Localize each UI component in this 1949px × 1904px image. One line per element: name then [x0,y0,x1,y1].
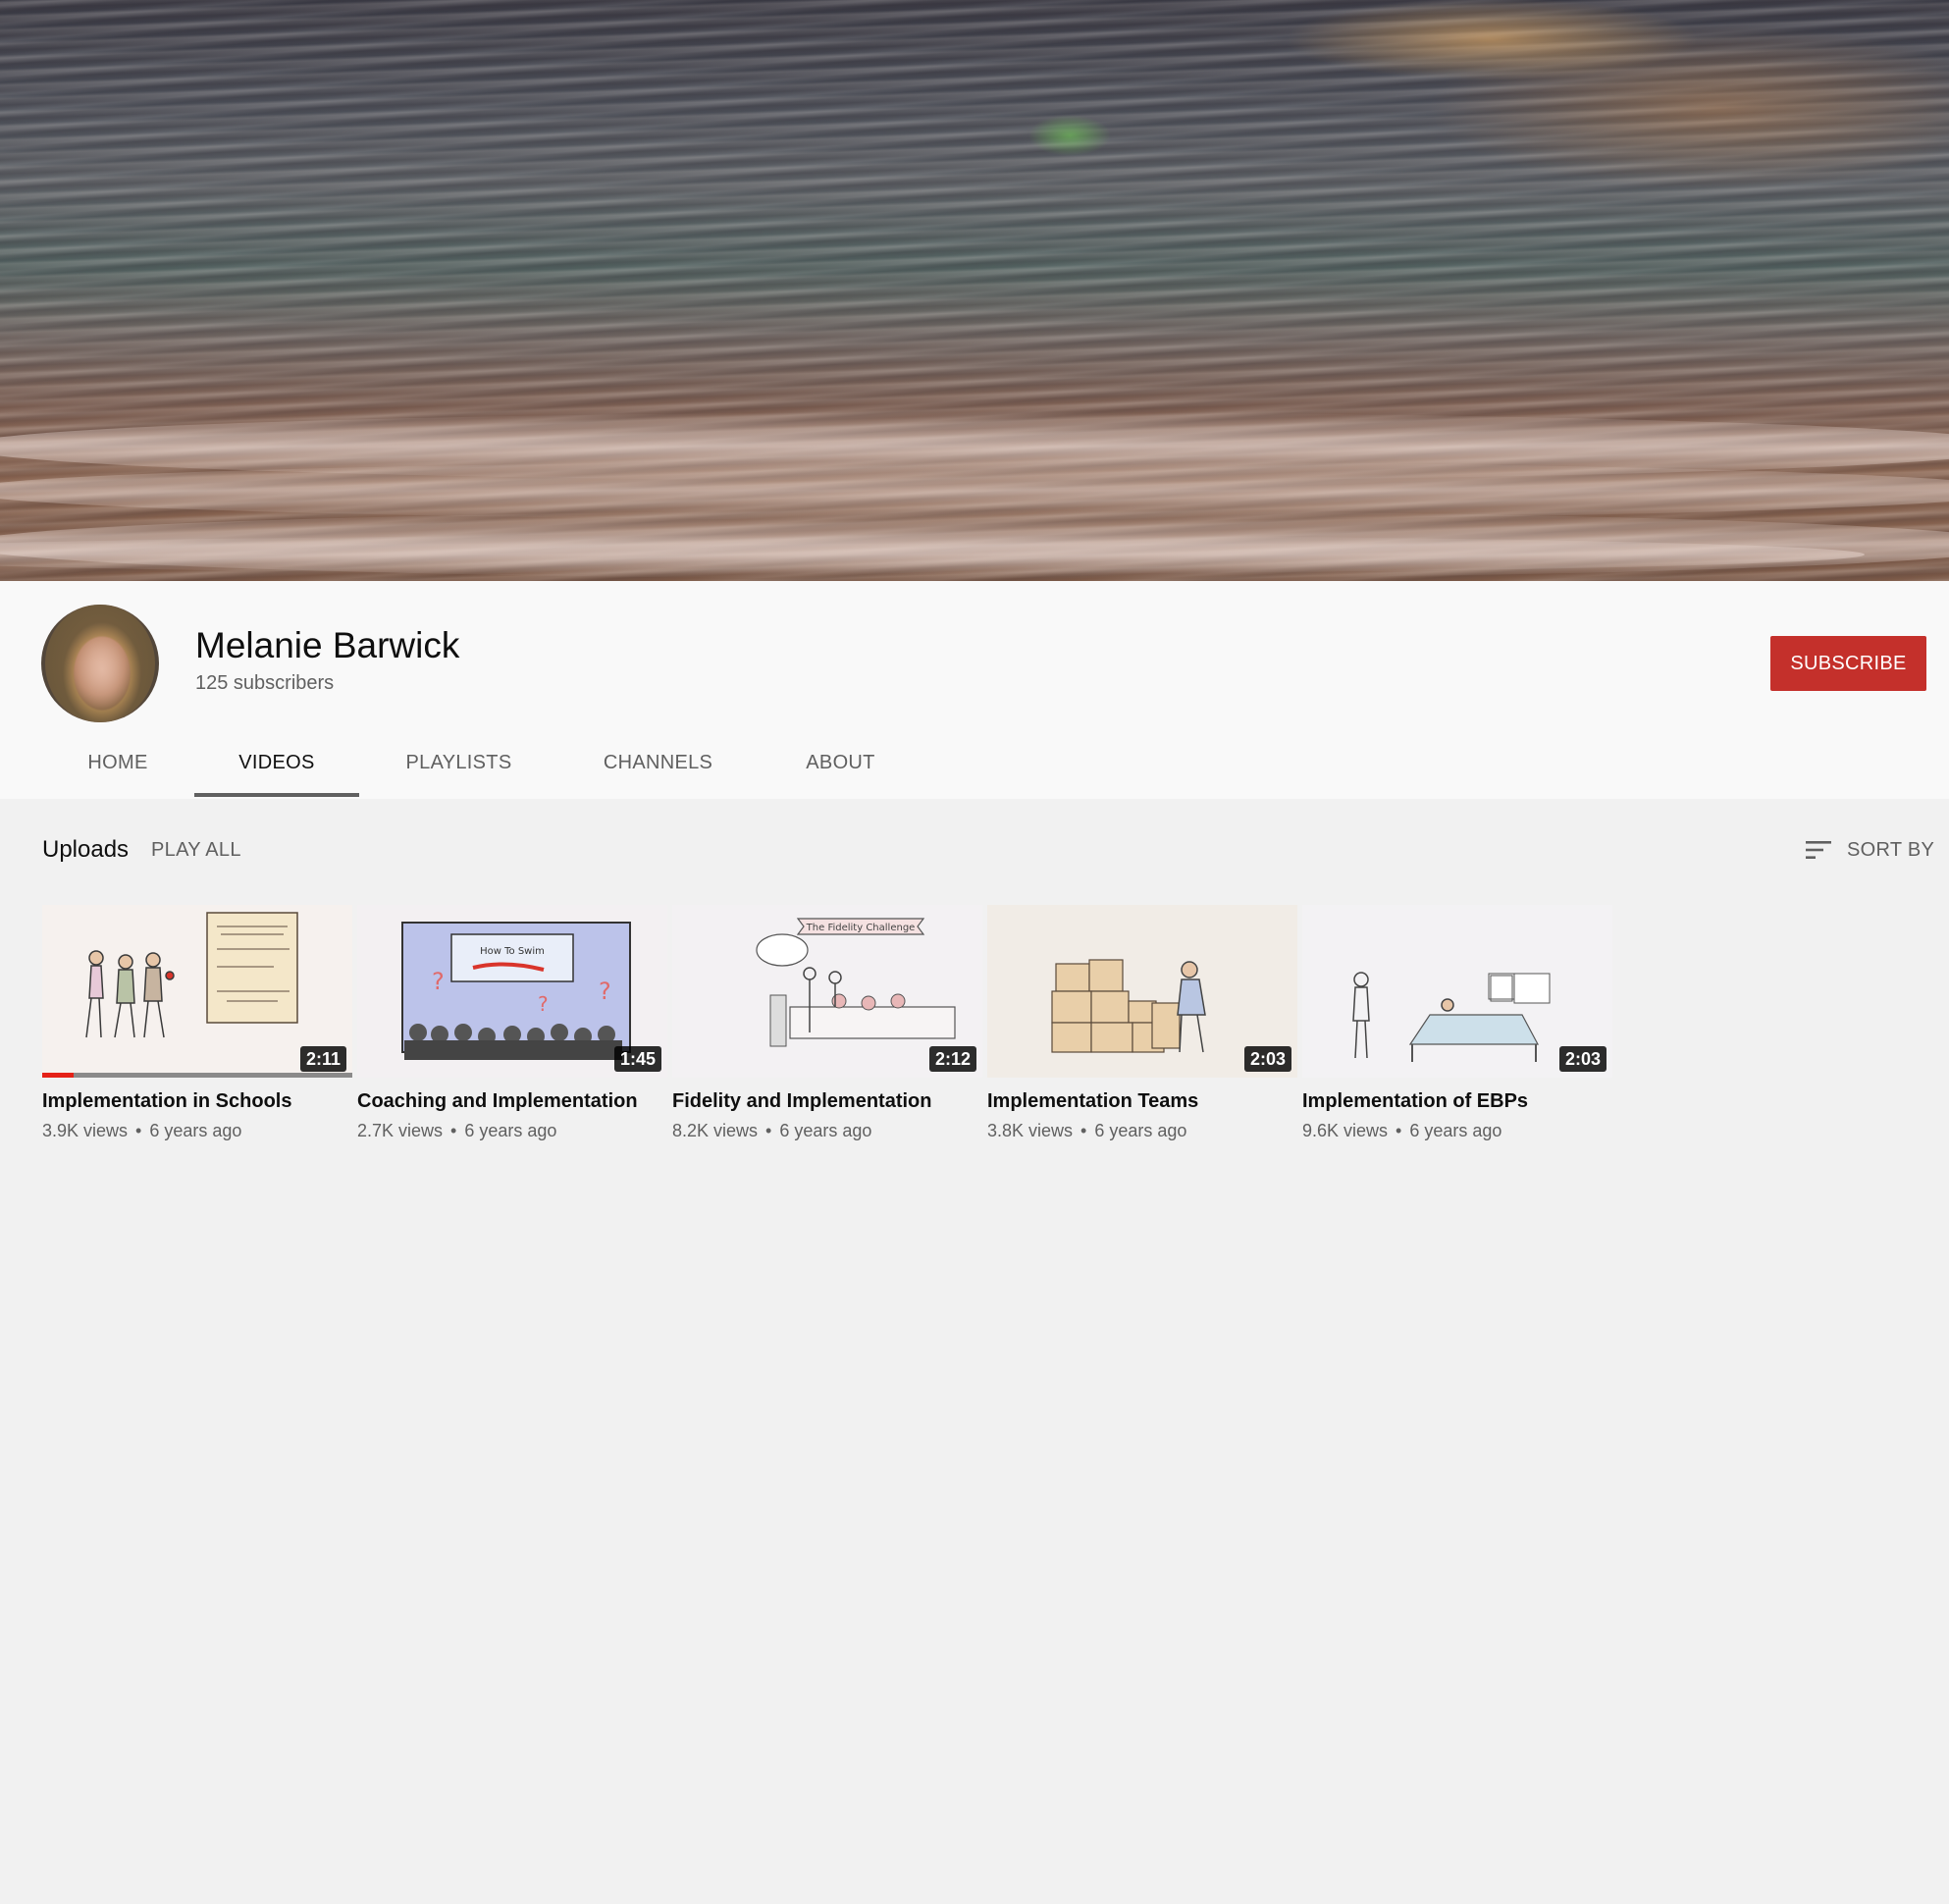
video-duration: 2:11 [299,1046,346,1072]
channel-avatar[interactable] [41,605,159,722]
video-thumbnail[interactable]: How To Swim ? ? ? 1:45 [357,905,667,1078]
video-duration: 2:03 [1243,1046,1291,1072]
subscribe-button[interactable]: SUBSCRIBE [1770,636,1926,691]
channel-tabs: HOME VIDEOS PLAYLISTS CHANNELS ABOUT [0,726,1949,799]
video-card[interactable]: How To Swim ? ? ? 1:45 Coaching and Impl… [357,905,667,1141]
video-meta: 2.7K views • 6 years ago [357,1121,667,1141]
video-age: 6 years ago [464,1121,557,1140]
sort-icon [1804,838,1833,862]
thumb-text: The Fidelity Challenge [806,923,916,933]
video-title[interactable]: Implementation Teams [987,1089,1282,1113]
video-age: 6 years ago [149,1121,242,1140]
tab-channels[interactable]: CHANNELS [581,726,735,799]
channel-banner [0,0,1949,581]
meta-separator: • [765,1121,772,1140]
sort-by-label: SORT BY [1847,838,1935,861]
video-thumbnail[interactable]: 2:11 [42,905,352,1078]
video-age: 6 years ago [779,1121,872,1140]
video-duration: 2:03 [1558,1046,1607,1072]
meta-separator: • [135,1121,142,1140]
meta-separator: • [450,1121,457,1140]
video-views: 2.7K views [357,1121,444,1140]
uploads-heading: Uploads [42,836,130,863]
video-views: 3.8K views [987,1121,1074,1140]
watch-progress-bar [42,1073,352,1078]
video-card[interactable]: 2:03 Implementation of EBPs 9.6K views • 6… [1302,905,1612,1141]
meta-separator: • [1396,1121,1402,1140]
video-title[interactable]: Implementation of EBPs [1302,1089,1597,1113]
video-card[interactable]: 2:03 Implementation Teams 3.8K views • 6 y… [987,905,1297,1141]
svg-text:?: ? [432,968,445,995]
video-meta: 3.9K views • 6 years ago [42,1121,352,1141]
tab-home[interactable]: HOME [59,726,177,799]
meta-separator: • [1080,1121,1087,1140]
video-meta: 3.8K views • 6 years ago [987,1121,1297,1141]
watch-progress-fill [42,1073,74,1078]
svg-text:?: ? [599,978,611,1005]
video-meta: 9.6K views • 6 years ago [1302,1121,1612,1141]
video-views: 3.9K views [42,1121,129,1140]
subscriber-count: 125 subscribers [195,672,335,694]
tab-playlists[interactable]: PLAYLISTS [388,726,530,799]
video-card[interactable]: 2:11 Implementation in Schools 3.9K view… [42,905,352,1141]
video-thumbnail[interactable]: 2:03 [1302,905,1612,1078]
video-age: 6 years ago [1094,1121,1187,1140]
video-card[interactable]: The Fidelity Challenge 2:12 Fidelity and… [672,905,982,1141]
sort-by-button[interactable]: SORT BY [1804,832,1934,868]
video-views: 8.2K views [672,1121,759,1140]
video-views: 9.6K views [1302,1121,1389,1140]
tab-videos[interactable]: VIDEOS [194,726,359,799]
video-age: 6 years ago [1409,1121,1502,1140]
video-title[interactable]: Coaching and Implementation [357,1089,652,1113]
video-title[interactable]: Implementation in Schools [42,1089,337,1113]
channel-name: Melanie Barwick [195,625,460,665]
video-thumbnail[interactable]: 2:03 [987,905,1297,1078]
video-title[interactable]: Fidelity and Implementation [672,1089,967,1113]
video-thumbnail[interactable]: The Fidelity Challenge 2:12 [672,905,982,1078]
play-all-button[interactable]: PLAY ALL [151,839,241,862]
thumb-text: How To Swim [480,946,545,957]
svg-text:?: ? [538,992,549,1016]
video-duration: 1:45 [613,1046,661,1072]
video-duration: 2:12 [928,1046,976,1072]
tab-about[interactable]: ABOUT [785,726,896,799]
video-meta: 8.2K views • 6 years ago [672,1121,982,1141]
